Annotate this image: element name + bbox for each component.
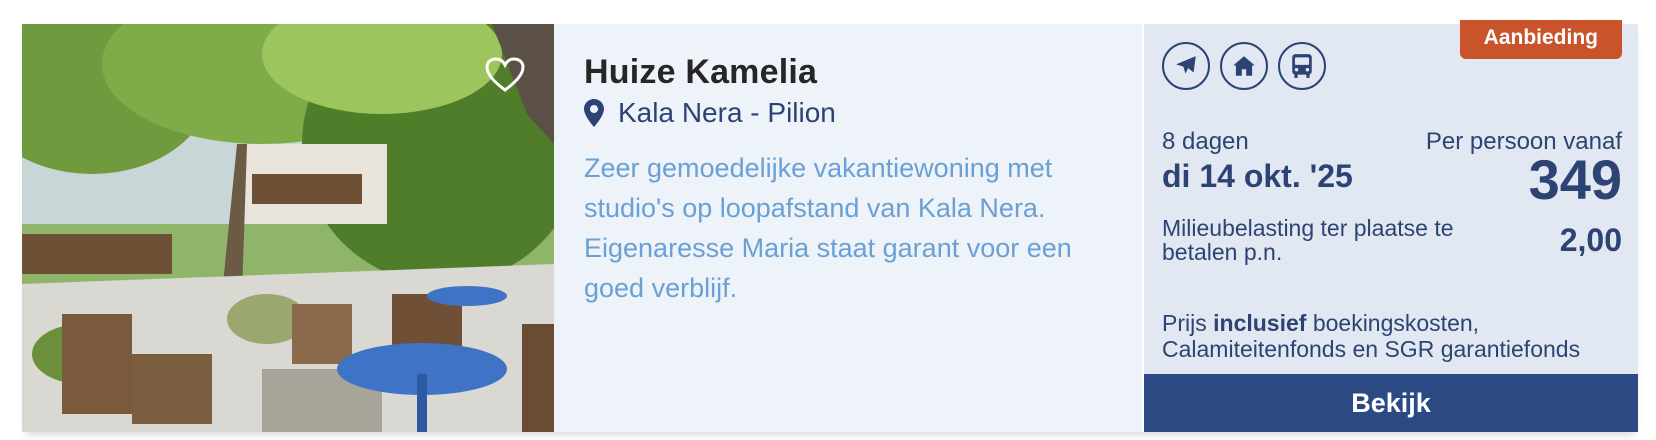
accommodation-description: Zeer gemoedelijke vakantiewoning met stu… [584, 153, 1072, 303]
accommodation-photo[interactable] [22, 24, 554, 432]
environmental-tax-label: Milieubelasting ter plaatse te betalen p… [1162, 215, 1454, 265]
price-inclusion-note: Prijs inclusief boekingskosten, Calamite… [1162, 310, 1622, 362]
inclusion-prefix: Prijs [1162, 310, 1214, 336]
price-value: 349 [1528, 148, 1622, 211]
offer-badge: Aanbieding [1459, 20, 1622, 59]
bus-icon [1278, 42, 1326, 90]
accommodation-title[interactable]: Huize Kamelia [584, 52, 1114, 92]
map-pin-icon [584, 99, 604, 127]
terrace-photo-illustration [22, 24, 554, 432]
favorite-button[interactable] [484, 54, 526, 96]
accommodation-info: Huize Kamelia Kala Nera - Pilion Zeer ge… [554, 24, 1142, 432]
environmental-tax-value: 2,00 [1559, 222, 1622, 258]
airplane-icon [1162, 42, 1210, 90]
location-text: Kala Nera - Pilion [618, 97, 836, 128]
price-panel: Aanbieding 8 dagen di 14 okt. '25 Per pe… [1142, 20, 1638, 432]
inclusion-bold: inclusief [1213, 310, 1307, 336]
heart-outline-icon [485, 57, 525, 92]
accommodation-location: Kala Nera - Pilion [584, 96, 1114, 130]
accommodation-card[interactable]: Huize Kamelia Kala Nera - Pilion Zeer ge… [22, 20, 1638, 432]
view-button[interactable]: Bekijk [1144, 374, 1638, 432]
departure-date: di 14 okt. '25 [1162, 158, 1353, 194]
trip-duration: 8 dagen [1162, 128, 1249, 155]
house-icon [1220, 42, 1268, 90]
travel-type-icons [1162, 42, 1326, 90]
